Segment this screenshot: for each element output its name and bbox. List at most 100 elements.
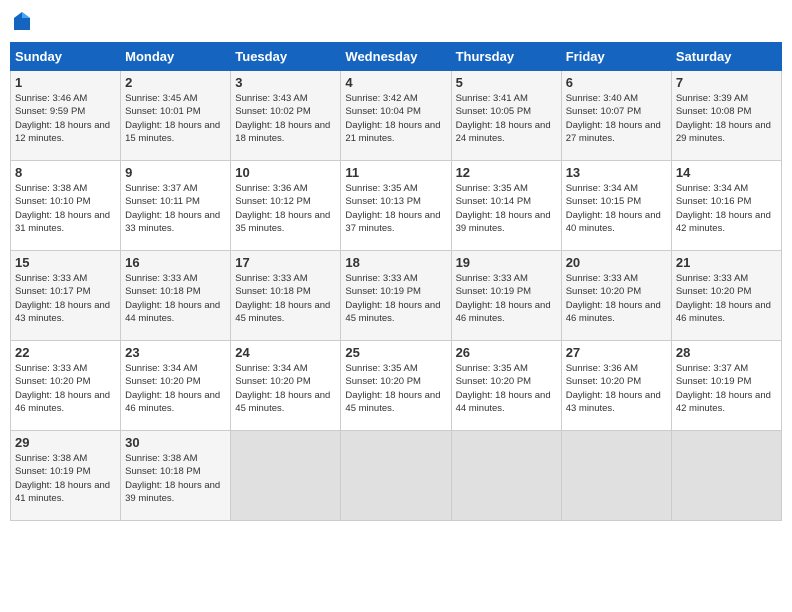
day-number: 23 bbox=[125, 345, 226, 360]
page-header bbox=[10, 10, 782, 34]
day-number: 9 bbox=[125, 165, 226, 180]
day-cell: 16 Sunrise: 3:33 AMSunset: 10:18 PMDayli… bbox=[121, 251, 231, 341]
day-cell: 11 Sunrise: 3:35 AMSunset: 10:13 PMDayli… bbox=[341, 161, 451, 251]
day-number: 10 bbox=[235, 165, 336, 180]
day-number: 16 bbox=[125, 255, 226, 270]
day-info: Sunrise: 3:40 AMSunset: 10:07 PMDaylight… bbox=[566, 92, 667, 145]
day-cell: 29 Sunrise: 3:38 AMSunset: 10:19 PMDayli… bbox=[11, 431, 121, 521]
day-info: Sunrise: 3:33 AMSunset: 10:19 PMDaylight… bbox=[456, 272, 557, 325]
header-monday: Monday bbox=[121, 43, 231, 71]
week-row-1: 1 Sunrise: 3:46 AMSunset: 9:59 PMDayligh… bbox=[11, 71, 782, 161]
header-thursday: Thursday bbox=[451, 43, 561, 71]
day-number: 13 bbox=[566, 165, 667, 180]
day-info: Sunrise: 3:45 AMSunset: 10:01 PMDaylight… bbox=[125, 92, 226, 145]
day-info: Sunrise: 3:35 AMSunset: 10:20 PMDaylight… bbox=[345, 362, 446, 415]
week-row-4: 22 Sunrise: 3:33 AMSunset: 10:20 PMDayli… bbox=[11, 341, 782, 431]
day-info: Sunrise: 3:43 AMSunset: 10:02 PMDaylight… bbox=[235, 92, 336, 145]
day-cell: 5 Sunrise: 3:41 AMSunset: 10:05 PMDaylig… bbox=[451, 71, 561, 161]
day-info: Sunrise: 3:38 AMSunset: 10:18 PMDaylight… bbox=[125, 452, 226, 505]
day-cell bbox=[231, 431, 341, 521]
day-cell bbox=[671, 431, 781, 521]
day-cell: 27 Sunrise: 3:36 AMSunset: 10:20 PMDayli… bbox=[561, 341, 671, 431]
day-info: Sunrise: 3:33 AMSunset: 10:20 PMDaylight… bbox=[15, 362, 116, 415]
day-cell: 24 Sunrise: 3:34 AMSunset: 10:20 PMDayli… bbox=[231, 341, 341, 431]
day-cell: 6 Sunrise: 3:40 AMSunset: 10:07 PMDaylig… bbox=[561, 71, 671, 161]
day-number: 20 bbox=[566, 255, 667, 270]
day-cell: 26 Sunrise: 3:35 AMSunset: 10:20 PMDayli… bbox=[451, 341, 561, 431]
day-cell: 14 Sunrise: 3:34 AMSunset: 10:16 PMDayli… bbox=[671, 161, 781, 251]
day-info: Sunrise: 3:41 AMSunset: 10:05 PMDaylight… bbox=[456, 92, 557, 145]
day-number: 15 bbox=[15, 255, 116, 270]
day-cell: 23 Sunrise: 3:34 AMSunset: 10:20 PMDayli… bbox=[121, 341, 231, 431]
day-cell: 4 Sunrise: 3:42 AMSunset: 10:04 PMDaylig… bbox=[341, 71, 451, 161]
day-number: 2 bbox=[125, 75, 226, 90]
day-info: Sunrise: 3:34 AMSunset: 10:20 PMDaylight… bbox=[235, 362, 336, 415]
day-info: Sunrise: 3:33 AMSunset: 10:19 PMDaylight… bbox=[345, 272, 446, 325]
day-info: Sunrise: 3:34 AMSunset: 10:16 PMDaylight… bbox=[676, 182, 777, 235]
day-info: Sunrise: 3:46 AMSunset: 9:59 PMDaylight:… bbox=[15, 92, 116, 145]
day-cell: 12 Sunrise: 3:35 AMSunset: 10:14 PMDayli… bbox=[451, 161, 561, 251]
day-cell: 19 Sunrise: 3:33 AMSunset: 10:19 PMDayli… bbox=[451, 251, 561, 341]
day-info: Sunrise: 3:34 AMSunset: 10:20 PMDaylight… bbox=[125, 362, 226, 415]
day-info: Sunrise: 3:36 AMSunset: 10:12 PMDaylight… bbox=[235, 182, 336, 235]
day-number: 22 bbox=[15, 345, 116, 360]
day-number: 25 bbox=[345, 345, 446, 360]
day-info: Sunrise: 3:33 AMSunset: 10:17 PMDaylight… bbox=[15, 272, 116, 325]
day-number: 7 bbox=[676, 75, 777, 90]
day-info: Sunrise: 3:36 AMSunset: 10:20 PMDaylight… bbox=[566, 362, 667, 415]
day-number: 4 bbox=[345, 75, 446, 90]
week-row-5: 29 Sunrise: 3:38 AMSunset: 10:19 PMDayli… bbox=[11, 431, 782, 521]
day-cell: 22 Sunrise: 3:33 AMSunset: 10:20 PMDayli… bbox=[11, 341, 121, 431]
day-cell bbox=[341, 431, 451, 521]
day-cell: 15 Sunrise: 3:33 AMSunset: 10:17 PMDayli… bbox=[11, 251, 121, 341]
day-number: 12 bbox=[456, 165, 557, 180]
day-number: 19 bbox=[456, 255, 557, 270]
day-cell: 17 Sunrise: 3:33 AMSunset: 10:18 PMDayli… bbox=[231, 251, 341, 341]
day-cell: 1 Sunrise: 3:46 AMSunset: 9:59 PMDayligh… bbox=[11, 71, 121, 161]
day-cell bbox=[451, 431, 561, 521]
day-number: 3 bbox=[235, 75, 336, 90]
header-wednesday: Wednesday bbox=[341, 43, 451, 71]
day-number: 18 bbox=[345, 255, 446, 270]
header-friday: Friday bbox=[561, 43, 671, 71]
day-number: 8 bbox=[15, 165, 116, 180]
logo-icon bbox=[10, 10, 34, 34]
day-number: 26 bbox=[456, 345, 557, 360]
calendar-table: SundayMondayTuesdayWednesdayThursdayFrid… bbox=[10, 42, 782, 521]
day-number: 21 bbox=[676, 255, 777, 270]
day-info: Sunrise: 3:35 AMSunset: 10:20 PMDaylight… bbox=[456, 362, 557, 415]
day-info: Sunrise: 3:38 AMSunset: 10:10 PMDaylight… bbox=[15, 182, 116, 235]
day-number: 24 bbox=[235, 345, 336, 360]
header-saturday: Saturday bbox=[671, 43, 781, 71]
day-info: Sunrise: 3:33 AMSunset: 10:18 PMDaylight… bbox=[125, 272, 226, 325]
day-info: Sunrise: 3:35 AMSunset: 10:13 PMDaylight… bbox=[345, 182, 446, 235]
logo bbox=[10, 10, 36, 34]
day-info: Sunrise: 3:38 AMSunset: 10:19 PMDaylight… bbox=[15, 452, 116, 505]
day-cell: 30 Sunrise: 3:38 AMSunset: 10:18 PMDayli… bbox=[121, 431, 231, 521]
day-number: 1 bbox=[15, 75, 116, 90]
day-cell: 21 Sunrise: 3:33 AMSunset: 10:20 PMDayli… bbox=[671, 251, 781, 341]
day-info: Sunrise: 3:34 AMSunset: 10:15 PMDaylight… bbox=[566, 182, 667, 235]
day-info: Sunrise: 3:33 AMSunset: 10:20 PMDaylight… bbox=[676, 272, 777, 325]
day-info: Sunrise: 3:39 AMSunset: 10:08 PMDaylight… bbox=[676, 92, 777, 145]
week-row-2: 8 Sunrise: 3:38 AMSunset: 10:10 PMDaylig… bbox=[11, 161, 782, 251]
day-number: 6 bbox=[566, 75, 667, 90]
day-info: Sunrise: 3:33 AMSunset: 10:20 PMDaylight… bbox=[566, 272, 667, 325]
day-number: 27 bbox=[566, 345, 667, 360]
day-cell: 20 Sunrise: 3:33 AMSunset: 10:20 PMDayli… bbox=[561, 251, 671, 341]
day-number: 17 bbox=[235, 255, 336, 270]
day-cell: 25 Sunrise: 3:35 AMSunset: 10:20 PMDayli… bbox=[341, 341, 451, 431]
day-cell: 7 Sunrise: 3:39 AMSunset: 10:08 PMDaylig… bbox=[671, 71, 781, 161]
day-number: 28 bbox=[676, 345, 777, 360]
header-tuesday: Tuesday bbox=[231, 43, 341, 71]
day-info: Sunrise: 3:37 AMSunset: 10:19 PMDaylight… bbox=[676, 362, 777, 415]
day-cell: 18 Sunrise: 3:33 AMSunset: 10:19 PMDayli… bbox=[341, 251, 451, 341]
day-cell: 9 Sunrise: 3:37 AMSunset: 10:11 PMDaylig… bbox=[121, 161, 231, 251]
day-cell: 13 Sunrise: 3:34 AMSunset: 10:15 PMDayli… bbox=[561, 161, 671, 251]
day-cell: 2 Sunrise: 3:45 AMSunset: 10:01 PMDaylig… bbox=[121, 71, 231, 161]
day-number: 14 bbox=[676, 165, 777, 180]
day-number: 30 bbox=[125, 435, 226, 450]
day-cell: 10 Sunrise: 3:36 AMSunset: 10:12 PMDayli… bbox=[231, 161, 341, 251]
day-cell: 8 Sunrise: 3:38 AMSunset: 10:10 PMDaylig… bbox=[11, 161, 121, 251]
day-number: 29 bbox=[15, 435, 116, 450]
